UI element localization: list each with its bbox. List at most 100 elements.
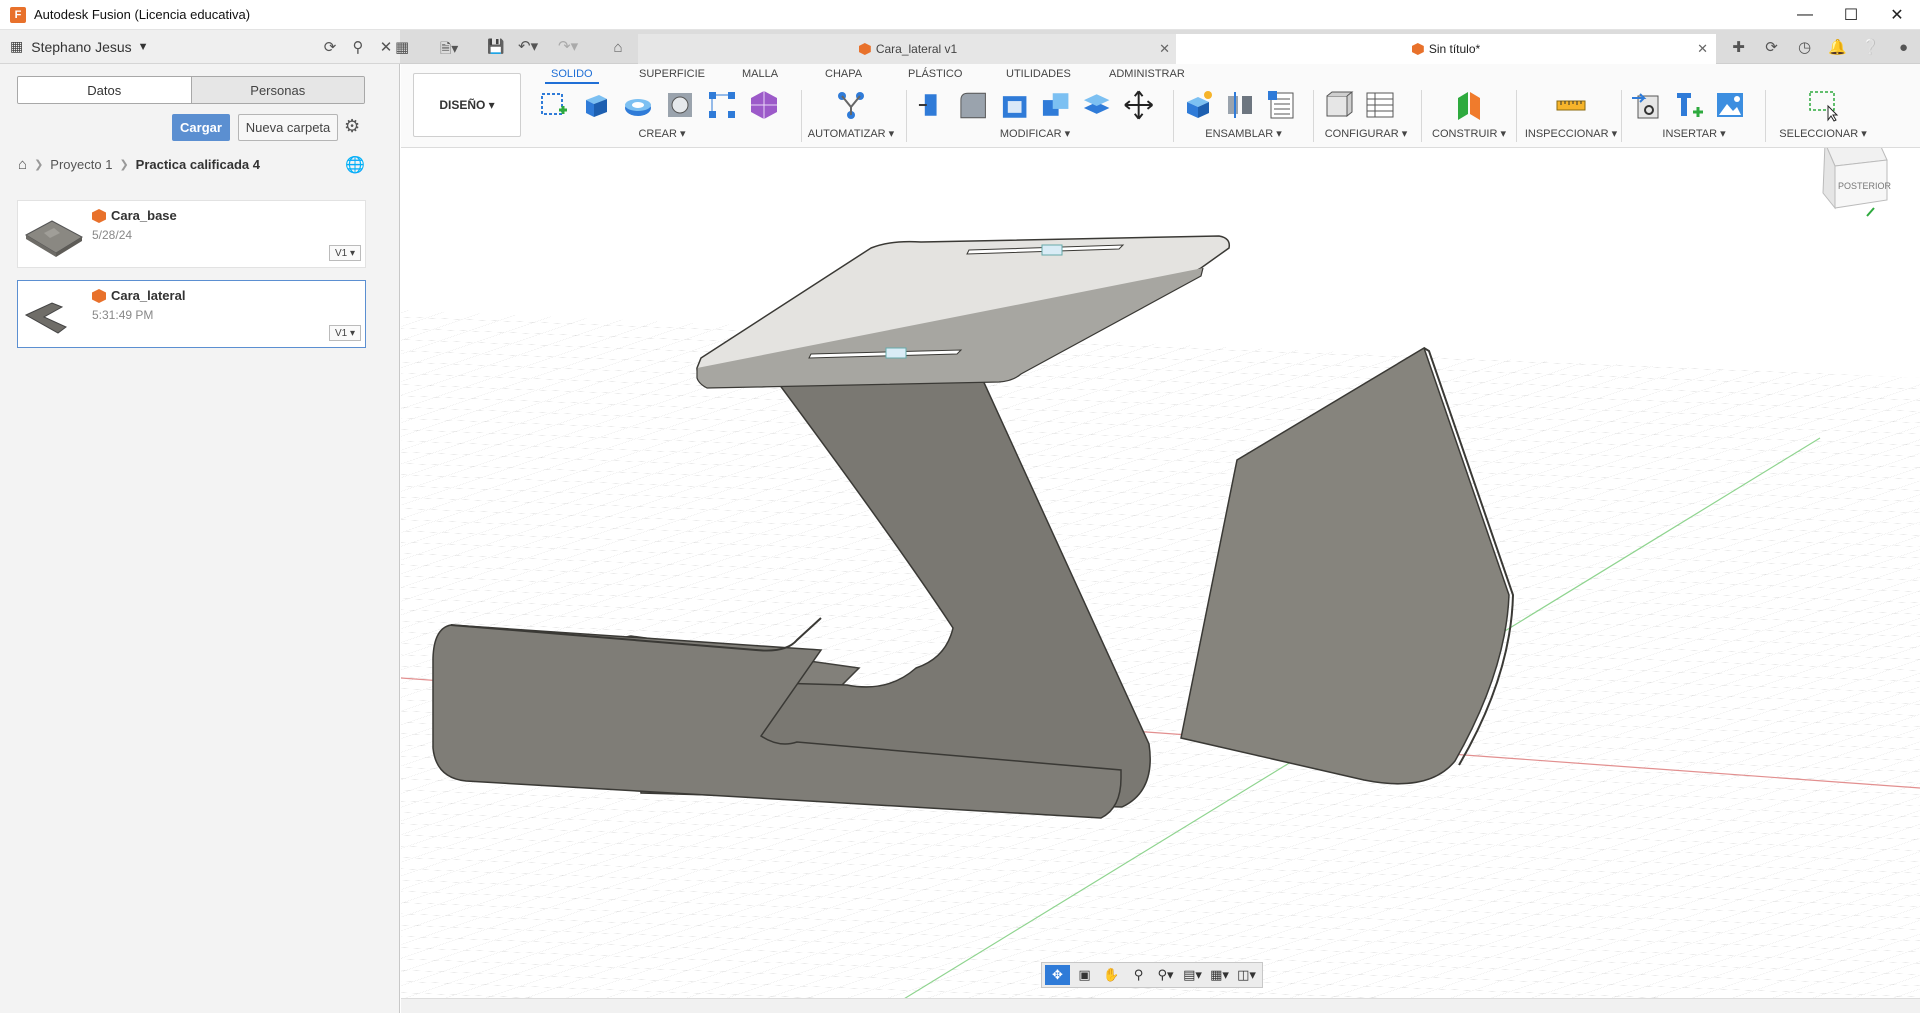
notifications-icon[interactable]: 🔔	[1821, 38, 1854, 56]
grid-settings-icon[interactable]: ▦▾	[1207, 965, 1232, 985]
tab-malla[interactable]: MALLA	[742, 68, 778, 80]
close-tab-icon[interactable]: ✕	[1697, 41, 1708, 57]
group-divider	[1173, 90, 1174, 142]
new-folder-button[interactable]: Nueva carpeta	[238, 114, 338, 141]
configuration-table-icon[interactable]	[1363, 88, 1397, 122]
workspace-switcher[interactable]: DISEÑO ▾	[413, 73, 521, 137]
group-crear: CREAR ▾	[537, 88, 787, 140]
viewport-scene[interactable]: POSTERIOR Z	[401, 148, 1920, 1013]
file-date: 5:31:49 PM	[92, 308, 154, 322]
file-item-cara-base[interactable]: Cara_base 5/28/24 V1 ▾	[17, 200, 366, 268]
upload-button[interactable]: Cargar	[172, 114, 230, 141]
tab-chapa[interactable]: CHAPA	[825, 68, 862, 80]
new-tab-icon[interactable]: ✚	[1722, 38, 1755, 56]
hole-icon[interactable]	[663, 88, 697, 122]
construct-plane-icon[interactable]	[1452, 88, 1486, 122]
orbit-icon[interactable]: ✥	[1045, 965, 1070, 985]
offset-face-icon[interactable]	[1080, 88, 1113, 122]
automate-icon[interactable]	[834, 88, 868, 122]
configure-icon[interactable]	[1321, 88, 1355, 122]
user-name[interactable]: Stephano Jesus	[31, 39, 131, 55]
group-label[interactable]: INSERTAR ▾	[1629, 127, 1759, 140]
joint-marker[interactable]	[885, 347, 907, 359]
home-icon[interactable]: ⌂	[605, 30, 631, 64]
version-dropdown[interactable]: V1 ▾	[329, 325, 361, 341]
zoom-icon[interactable]: ⚲	[1126, 965, 1151, 985]
select-window-icon[interactable]	[1806, 88, 1840, 122]
maximize-icon[interactable]: ☐	[1828, 0, 1874, 30]
tab-superficie[interactable]: SUPERFICIE	[639, 68, 705, 80]
file-item-cara-lateral[interactable]: Cara_lateral 5:31:49 PM V1 ▾	[17, 280, 366, 348]
tab-solido[interactable]: SOLIDO	[545, 68, 599, 84]
window-title: Autodesk Fusion (Licencia educativa)	[34, 7, 251, 22]
tab-utilidades[interactable]: UTILIDADES	[1006, 68, 1071, 80]
version-dropdown[interactable]: V1 ▾	[329, 245, 361, 261]
zoom-window-icon[interactable]: ⚲▾	[1153, 965, 1178, 985]
pan-icon[interactable]: ✋	[1099, 965, 1124, 985]
extrude-icon[interactable]	[579, 88, 613, 122]
bill-of-materials-icon[interactable]	[1265, 88, 1299, 122]
title-bar: F Autodesk Fusion (Licencia educativa) —…	[0, 0, 1920, 30]
group-label[interactable]: INSPECCIONAR ▾	[1523, 127, 1619, 140]
apps-grid-icon[interactable]: ▦	[10, 38, 23, 55]
fillet-icon[interactable]	[956, 88, 989, 122]
tab-label: Cara_lateral v1	[875, 42, 958, 56]
group-label[interactable]: SELECCIONAR ▾	[1773, 127, 1873, 140]
redo-icon[interactable]: ↷▾	[558, 37, 578, 55]
new-component-icon[interactable]	[1181, 88, 1215, 122]
breadcrumb-project[interactable]: Proyecto 1	[50, 157, 112, 172]
document-tab-bar: ▦ 🗎▾ 💾 ↶▾ ↷▾ ⌂ Cara_lateral v1 ✕ Sin tít…	[395, 30, 1920, 64]
undo-icon[interactable]: ↶▾	[518, 37, 538, 55]
press-pull-icon[interactable]	[915, 88, 948, 122]
chevron-down-icon[interactable]: ▼	[138, 41, 149, 53]
shell-icon[interactable]	[998, 88, 1031, 122]
help-icon[interactable]: ❔	[1854, 38, 1887, 56]
tab-plastico[interactable]: PLÁSTICO	[908, 68, 962, 80]
job-status-icon[interactable]: ◷	[1788, 38, 1821, 56]
group-label[interactable]: MODIFICAR ▾	[915, 127, 1155, 140]
viewcube[interactable]: POSTERIOR Z	[1822, 148, 1894, 217]
display-settings-icon[interactable]: ▤▾	[1180, 965, 1205, 985]
file-menu-icon[interactable]: 🗎▾	[440, 38, 458, 62]
grid-icon[interactable]: ▦	[395, 38, 409, 56]
search-icon[interactable]: ⚲	[344, 38, 372, 56]
group-label[interactable]: AUTOMATIZAR ▾	[806, 127, 896, 140]
save-icon[interactable]: 💾	[487, 38, 504, 55]
tab-datos[interactable]: Datos	[18, 77, 192, 103]
group-label[interactable]: CONSTRUIR ▾	[1429, 127, 1509, 140]
joint-icon[interactable]	[1223, 88, 1257, 122]
insert-mcmaster-icon[interactable]	[1671, 88, 1705, 122]
timeline-bar[interactable]	[401, 998, 1920, 1013]
group-label[interactable]: ENSAMBLAR ▾	[1181, 127, 1306, 140]
tab-personas[interactable]: Personas	[191, 77, 364, 103]
pattern-icon[interactable]	[705, 88, 739, 122]
globe-icon[interactable]: 🌐	[345, 155, 365, 175]
minimize-icon[interactable]: —	[1782, 0, 1828, 30]
home-icon[interactable]: ⌂	[18, 156, 27, 173]
joint-marker[interactable]	[1041, 244, 1063, 256]
group-insertar: INSERTAR ▾	[1629, 88, 1759, 140]
group-label[interactable]: CONFIGURAR ▾	[1321, 127, 1411, 140]
avatar[interactable]: ●	[1887, 39, 1920, 56]
insert-canvas-icon[interactable]	[1713, 88, 1747, 122]
close-tab-icon[interactable]: ✕	[1159, 41, 1170, 57]
combine-icon[interactable]	[1039, 88, 1072, 122]
insert-derive-icon[interactable]	[1629, 88, 1663, 122]
tab-administrar[interactable]: ADMINISTRAR	[1109, 68, 1185, 80]
3d-viewport[interactable]: POSTERIOR Z	[401, 148, 1920, 1013]
tab-sin-titulo[interactable]: Sin título* ✕	[1176, 34, 1716, 64]
look-at-icon[interactable]: ▣	[1072, 965, 1097, 985]
tab-cara-lateral[interactable]: Cara_lateral v1 ✕	[638, 34, 1178, 64]
viewports-icon[interactable]: ◫▾	[1234, 965, 1259, 985]
extensions-icon[interactable]: ⟳	[1755, 38, 1788, 56]
move-copy-icon[interactable]	[1122, 88, 1155, 122]
group-divider	[1621, 90, 1622, 142]
form-icon[interactable]	[747, 88, 781, 122]
measure-icon[interactable]	[1554, 88, 1588, 122]
close-icon[interactable]: ✕	[1874, 0, 1920, 30]
refresh-icon[interactable]: ⟳	[316, 38, 344, 56]
create-sketch-icon[interactable]	[537, 88, 571, 122]
group-label[interactable]: CREAR ▾	[537, 127, 787, 140]
gear-icon[interactable]: ⚙	[344, 116, 360, 137]
revolve-icon[interactable]	[621, 88, 655, 122]
